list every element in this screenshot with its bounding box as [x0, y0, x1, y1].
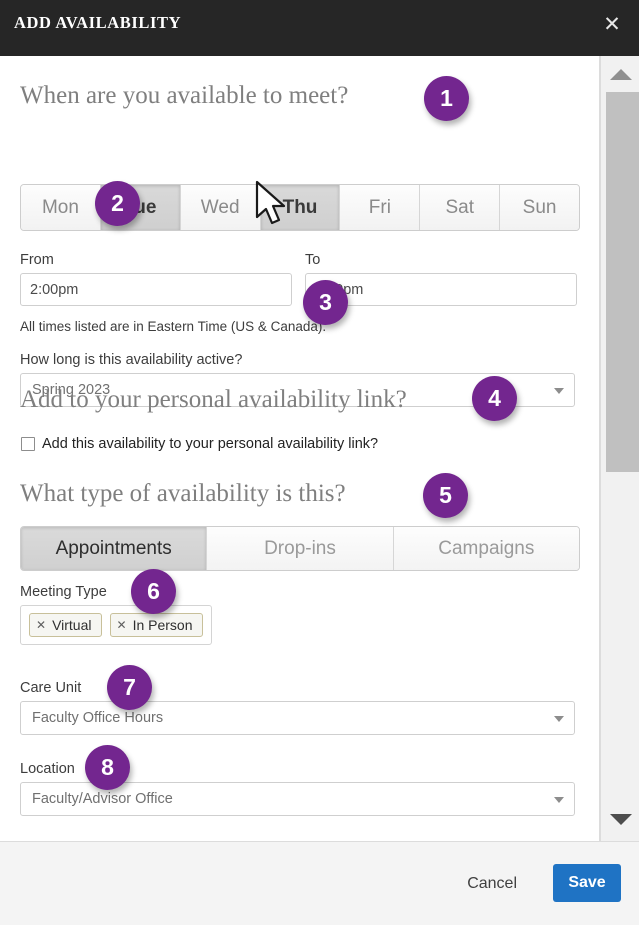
- scroll-up-arrow-icon[interactable]: [601, 56, 639, 92]
- location-label: Location: [20, 761, 575, 777]
- modal-header: ADD AVAILABILITY ✕: [0, 0, 639, 56]
- remove-token-icon[interactable]: ✕: [36, 619, 46, 631]
- to-time-input[interactable]: [305, 273, 577, 306]
- location-value: Faculty/Advisor Office: [32, 791, 173, 807]
- care-unit-group: Care Unit Faculty Office Hours: [20, 680, 575, 735]
- personal-link-heading: Add to your personal availability link?: [20, 386, 407, 414]
- save-button[interactable]: Save: [553, 864, 621, 902]
- page-title: ADD AVAILABILITY: [14, 13, 181, 33]
- day-selector-group: Mon Tue Wed Thu Fri Sat Sun: [20, 184, 580, 231]
- chevron-down-icon: [554, 716, 564, 722]
- meeting-type-group: Meeting Type ✕ Virtual ✕ In Person: [20, 584, 212, 645]
- care-unit-value: Faculty Office Hours: [32, 710, 163, 726]
- availability-type-heading: What type of availability is this?: [20, 480, 346, 508]
- token-in-person: ✕ In Person: [110, 613, 203, 637]
- to-field-group: To: [305, 252, 577, 306]
- vertical-scrollbar[interactable]: [600, 56, 639, 841]
- scrollbar-thumb[interactable]: [606, 92, 639, 472]
- tab-drop-ins[interactable]: Drop-ins: [207, 527, 393, 570]
- tab-campaigns[interactable]: Campaigns: [394, 527, 579, 570]
- day-label: Fri: [369, 197, 391, 219]
- modal-footer: Cancel Save: [0, 841, 639, 925]
- personal-link-checkbox-label: Add this availability to your personal a…: [42, 436, 378, 452]
- to-label: To: [305, 252, 577, 268]
- day-label: Wed: [201, 197, 240, 219]
- cancel-button[interactable]: Cancel: [461, 874, 523, 894]
- tab-appointments[interactable]: Appointments: [21, 527, 207, 570]
- chevron-down-icon: [554, 388, 564, 394]
- location-select[interactable]: Faculty/Advisor Office: [20, 782, 575, 816]
- remove-token-icon[interactable]: ✕: [117, 619, 127, 631]
- chevron-down-icon: [554, 797, 564, 803]
- availability-type-tabs: Appointments Drop-ins Campaigns: [20, 526, 580, 571]
- from-field-group: From: [20, 252, 292, 306]
- day-label: Sun: [523, 197, 557, 219]
- token-label: In Person: [133, 617, 193, 633]
- close-icon[interactable]: ✕: [597, 9, 627, 39]
- from-time-input[interactable]: [20, 273, 292, 306]
- day-button-tue[interactable]: Tue: [101, 185, 181, 230]
- day-label: Thu: [283, 197, 318, 219]
- location-group: Location Faculty/Advisor Office: [20, 761, 575, 816]
- day-button-sat[interactable]: Sat: [420, 185, 500, 230]
- personal-link-checkbox-row[interactable]: Add this availability to your personal a…: [21, 436, 378, 452]
- modal-body: When are you available to meet? Mon Tue …: [0, 56, 600, 841]
- when-available-heading: When are you available to meet?: [20, 82, 348, 110]
- tab-label: Drop-ins: [264, 538, 336, 560]
- token-virtual: ✕ Virtual: [29, 613, 102, 637]
- day-button-sun[interactable]: Sun: [500, 185, 579, 230]
- day-button-wed[interactable]: Wed: [181, 185, 261, 230]
- token-label: Virtual: [52, 617, 91, 633]
- tab-label: Appointments: [56, 538, 172, 560]
- day-button-thu[interactable]: Thu: [261, 185, 341, 230]
- add-availability-modal: ADD AVAILABILITY ✕ When are you availabl…: [0, 0, 639, 925]
- day-button-fri[interactable]: Fri: [340, 185, 420, 230]
- meeting-type-token-field[interactable]: ✕ Virtual ✕ In Person: [20, 605, 212, 645]
- day-label: Sat: [445, 197, 474, 219]
- day-button-mon[interactable]: Mon: [21, 185, 101, 230]
- duration-label: How long is this availability active?: [20, 352, 575, 368]
- meeting-type-label: Meeting Type: [20, 584, 212, 600]
- timezone-note: All times listed are in Eastern Time (US…: [20, 319, 326, 334]
- care-unit-label: Care Unit: [20, 680, 575, 696]
- personal-link-checkbox[interactable]: [21, 437, 35, 451]
- day-label: Mon: [42, 197, 79, 219]
- from-label: From: [20, 252, 292, 268]
- scroll-down-arrow-icon[interactable]: [601, 801, 639, 837]
- day-label: Tue: [124, 197, 156, 219]
- tab-label: Campaigns: [438, 538, 534, 560]
- care-unit-select[interactable]: Faculty Office Hours: [20, 701, 575, 735]
